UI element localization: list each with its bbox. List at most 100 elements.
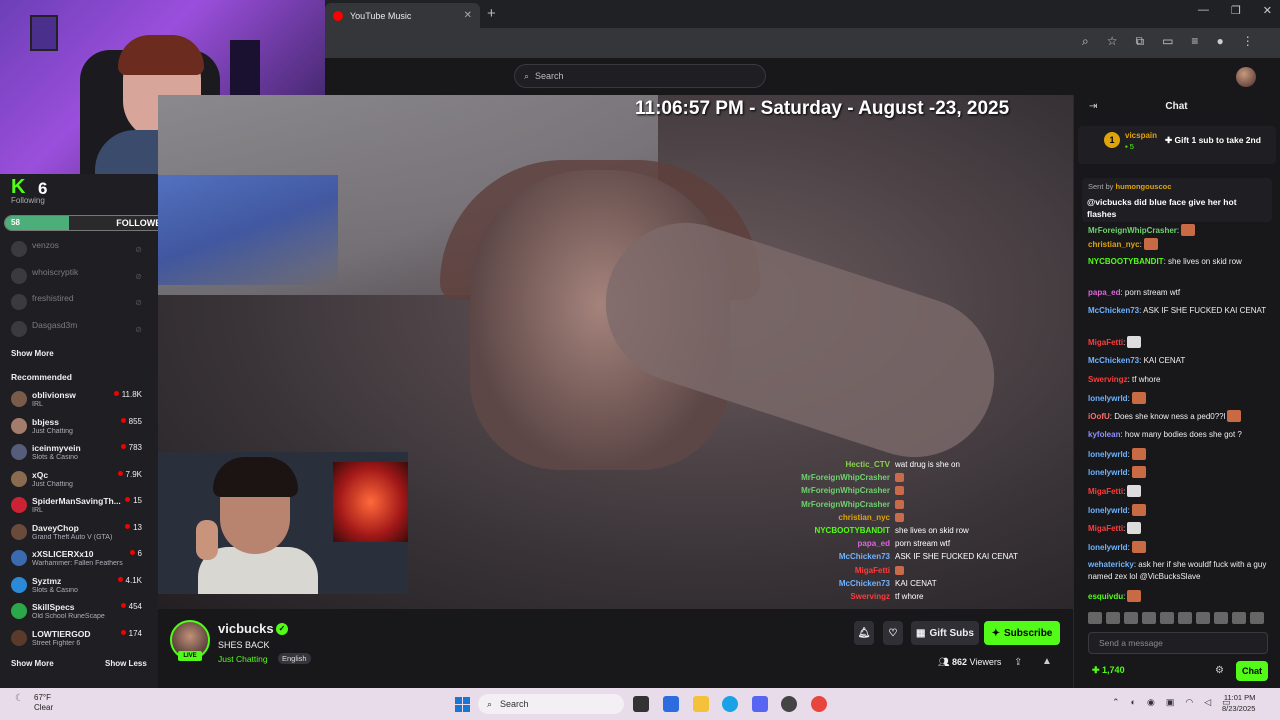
language-tag[interactable]: English	[278, 653, 311, 664]
pinned-user[interactable]: vicspain	[1125, 131, 1157, 140]
chat-username[interactable]: lonelywrld	[1088, 450, 1128, 459]
tab-close-icon[interactable]: ✕	[464, 10, 472, 21]
sidebar-recommended-item[interactable]: xXSLICERXx10 Warhammer: Fallen Feathers 6	[0, 546, 158, 572]
close-window-button[interactable]: ✕	[1263, 4, 1272, 17]
discord-icon[interactable]	[752, 696, 768, 712]
menu-icon[interactable]: ⋮	[1242, 34, 1254, 49]
profile-icon[interactable]: ●	[1216, 34, 1223, 49]
chat-username[interactable]: MigaFetti	[1088, 524, 1123, 533]
sidebar-recommended-item[interactable]: SkillSpecs Old School RuneScape 454	[0, 599, 158, 625]
edge-icon[interactable]	[722, 696, 738, 712]
sidebar-recommended-item[interactable]: iceinmyvein Slots & Casino 783	[0, 440, 158, 466]
emote-icon[interactable]	[1232, 612, 1246, 624]
weather-moon-icon[interactable]: ☾	[15, 693, 24, 704]
emote-icon[interactable]	[1214, 612, 1228, 624]
chat-username[interactable]: McChicken73	[1088, 356, 1139, 365]
start-windows-icon[interactable]	[455, 697, 470, 712]
chrome-icon[interactable]	[811, 696, 827, 712]
task-view-icon[interactable]	[633, 696, 649, 712]
weather-widget[interactable]: 67°F Clear	[34, 693, 53, 713]
emote-icon[interactable]	[1160, 612, 1174, 624]
sidebar-recommended-item[interactable]: Syztmz Slots & Casino 4.1K	[0, 573, 158, 599]
share-icon[interactable]: ⇪	[1014, 657, 1022, 668]
gift-subs-button[interactable]: ▦ Gift Subs	[911, 621, 979, 645]
cast-icon[interactable]: ▭	[1162, 34, 1173, 49]
emote-icon[interactable]	[1142, 612, 1156, 624]
taskbar-search[interactable]: ⌕ Search	[478, 694, 624, 714]
channel-name[interactable]: vicbucks	[218, 621, 274, 636]
sidebar-recommended-item[interactable]: oblivionsw IRL 11.8K	[0, 387, 158, 413]
show-more-recommended[interactable]: Show More	[11, 659, 54, 668]
star-icon[interactable]: ☆	[1107, 34, 1118, 49]
chat-username[interactable]: lonelywrld	[1088, 506, 1128, 515]
chat-username[interactable]: papa_ed	[1088, 288, 1120, 297]
chat-username[interactable]: NYCBOOTYBANDIT	[1088, 257, 1164, 266]
sidebar-following-item[interactable]: venzos ⊘	[0, 237, 158, 263]
chat-settings-icon[interactable]: ⚙	[1215, 665, 1224, 676]
overlay-chat-user: MrForeignWhipCrasher	[801, 499, 890, 509]
minimize-button[interactable]: —	[1198, 4, 1209, 17]
chat-username[interactable]: MrForeignWhipCrasher	[1088, 226, 1177, 235]
tray-app-icon[interactable]: ◐	[1131, 697, 1136, 708]
chat-username[interactable]: Swervingz	[1088, 375, 1128, 384]
report-icon[interactable]: ▲	[1042, 656, 1052, 667]
weather-condition: Clear	[34, 703, 54, 712]
user-avatar[interactable]	[1236, 67, 1256, 87]
channel-points[interactable]: ✚ 1,740	[1092, 665, 1125, 676]
sidebar-recommended-item[interactable]: LOWTIERGOD Street Fighter 6 174	[0, 626, 158, 652]
sidebar-recommended-item[interactable]: SpiderManSavingTh... IRL 15	[0, 493, 158, 519]
show-less-button[interactable]: Show Less	[105, 659, 147, 668]
extensions-icon[interactable]: ⧉	[1136, 34, 1145, 49]
chat-username[interactable]: lonelywrld	[1088, 543, 1128, 552]
emote-icon[interactable]	[1196, 612, 1210, 624]
sidebar-following-item[interactable]: Dasgasd3m ⊘	[0, 317, 158, 343]
media-icon[interactable]: ≡	[1191, 34, 1198, 49]
search-input[interactable]: ⌕ Search	[514, 64, 766, 88]
emote-icon[interactable]	[1250, 612, 1264, 624]
chat-send-button[interactable]: Chat	[1236, 661, 1268, 681]
tray-chevron-icon[interactable]: ⌃	[1112, 697, 1120, 708]
maximize-button[interactable]: ❐	[1231, 4, 1241, 17]
sidebar-recommended-item[interactable]: bbjess Just Chatting 855	[0, 414, 158, 440]
chat-username[interactable]: MigaFetti	[1088, 338, 1123, 347]
chat-message: Swervingz: tf whore	[1088, 374, 1268, 386]
chat-username[interactable]: McChicken73	[1088, 306, 1139, 315]
zoom-icon[interactable]: ⌕	[1082, 34, 1089, 49]
chat-username[interactable]: MigaFetti	[1088, 487, 1123, 496]
tray-app-icon[interactable]: ◉	[1147, 697, 1155, 708]
subscribe-button[interactable]: ✦ Subscribe	[984, 621, 1060, 645]
follow-button[interactable]: ♡	[883, 621, 903, 645]
chat-username[interactable]: lonelywrld	[1088, 394, 1128, 403]
emote-icon[interactable]	[1124, 612, 1138, 624]
emote-icon[interactable]	[1088, 612, 1102, 624]
sidebar-following-item[interactable]: whoiscryptik ⊘	[0, 264, 158, 290]
address-bar[interactable]	[325, 32, 1065, 54]
chat-username[interactable]: wehatericky	[1088, 560, 1134, 569]
sidebar-recommended-item[interactable]: DaveyChop Grand Theft Auto V (GTA) 13	[0, 520, 158, 546]
chat-username[interactable]: iOofU	[1088, 412, 1110, 421]
emote-icon[interactable]	[1178, 612, 1192, 624]
new-tab-button[interactable]: +	[487, 5, 496, 22]
show-more-following[interactable]: Show More	[11, 349, 54, 358]
browser-tab[interactable]: YouTube Music ✕	[325, 3, 480, 28]
stream-category[interactable]: Just Chatting	[218, 654, 268, 664]
chat-message-input[interactable]: Send a message	[1088, 632, 1268, 654]
tray-app-icon[interactable]: ▣	[1166, 697, 1175, 708]
file-explorer-icon[interactable]	[693, 696, 709, 712]
chat-username[interactable]: christian_nyc	[1088, 240, 1140, 249]
emote-icon	[1127, 522, 1142, 534]
sidebar-recommended-item[interactable]: xQc Just Chatting 7.9K	[0, 467, 158, 493]
chat-username[interactable]: lonelywrld	[1088, 468, 1128, 477]
app-icon[interactable]	[781, 696, 797, 712]
notification-bell-button[interactable]: 🔔︎	[854, 621, 874, 645]
chat-username[interactable]: esquivdu	[1088, 592, 1123, 601]
sent-by-user[interactable]: humongouscoc	[1116, 182, 1172, 191]
store-icon[interactable]	[663, 696, 679, 712]
emote-icon[interactable]	[1106, 612, 1120, 624]
wifi-icon[interactable]: ◠	[1185, 697, 1193, 708]
taskbar-clock[interactable]: 11:01 PM 8/23/2025	[1222, 692, 1255, 714]
volume-icon[interactable]: ◁	[1204, 697, 1211, 708]
chat-text: :	[1127, 543, 1130, 552]
chat-username[interactable]: kyfolean	[1088, 430, 1120, 439]
sidebar-following-item[interactable]: freshistired ⊘	[0, 290, 158, 316]
